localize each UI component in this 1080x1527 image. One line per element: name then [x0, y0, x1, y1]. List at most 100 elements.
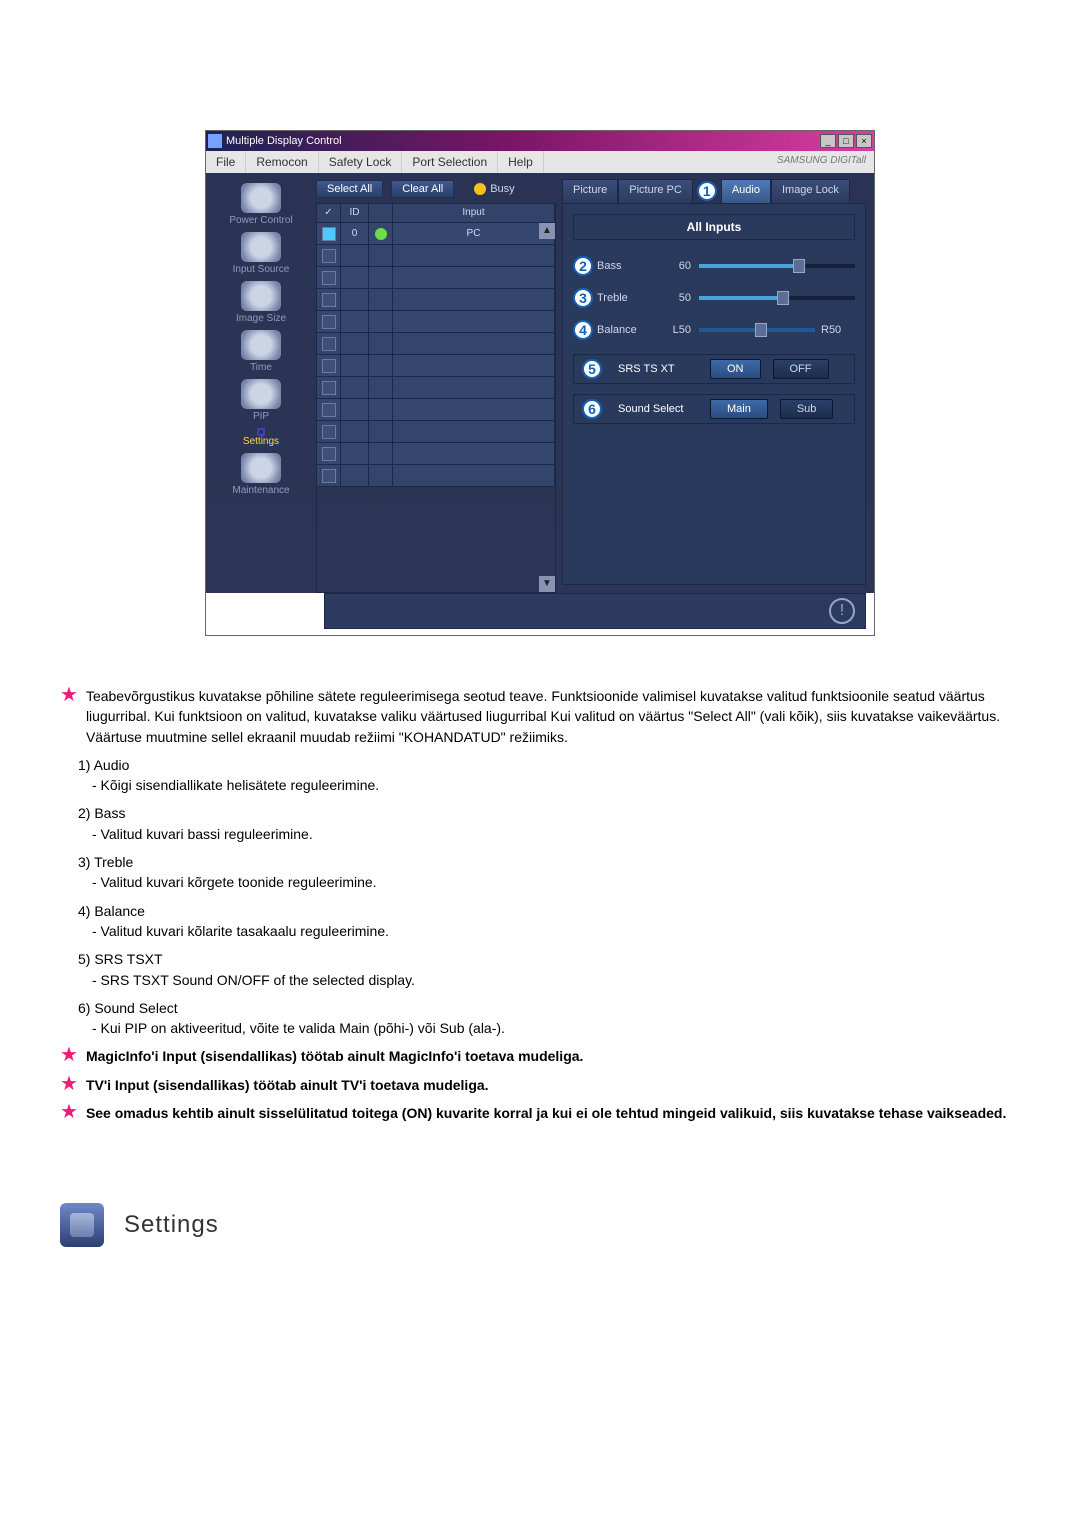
header-input: Input: [393, 204, 555, 222]
row-checkbox[interactable]: [322, 249, 336, 263]
row-checkbox[interactable]: [322, 381, 336, 395]
sidebar-item-time[interactable]: Time: [216, 330, 306, 373]
row-checkbox[interactable]: [322, 293, 336, 307]
scroll-up-button[interactable]: ▲: [539, 223, 555, 239]
sidebar-item-label: Time: [250, 362, 272, 373]
list-desc: - Kui PIP on aktiveeritud, võite te vali…: [92, 1018, 1020, 1038]
select-all-button[interactable]: Select All: [316, 180, 383, 198]
section-title: Settings: [124, 1208, 219, 1243]
balance-slider[interactable]: [699, 328, 815, 332]
row-checkbox[interactable]: [322, 315, 336, 329]
busy-dot-icon: [474, 183, 486, 195]
table-row[interactable]: [317, 311, 555, 333]
srs-on-button[interactable]: ON: [710, 359, 761, 379]
row-checkbox[interactable]: [322, 469, 336, 483]
time-icon: [241, 330, 281, 360]
list-desc: - Valitud kuvari bassi reguleerimine.: [92, 824, 1020, 844]
row-checkbox[interactable]: [322, 403, 336, 417]
table-row[interactable]: [317, 399, 555, 421]
brand-label: SAMSUNG DIGITall: [769, 151, 874, 173]
scroll-down-button[interactable]: ▼: [539, 576, 555, 592]
list-desc: - Kõigi sisendiallikate helisätete regul…: [92, 775, 1020, 795]
note-text: Teabevõrgustikus kuvatakse põhiline säte…: [86, 686, 1020, 747]
header-check: ✓: [317, 204, 341, 222]
maintenance-icon: [241, 453, 281, 483]
row-checkbox[interactable]: [322, 271, 336, 285]
list-item: 2) Bass: [78, 803, 1020, 823]
table-row[interactable]: [317, 377, 555, 399]
star-icon: ★: [60, 1103, 78, 1121]
panel-title: All Inputs: [573, 214, 855, 240]
tab-audio[interactable]: Audio: [721, 179, 771, 203]
row-checkbox[interactable]: [322, 447, 336, 461]
menu-remocon[interactable]: Remocon: [246, 151, 318, 173]
settings-panel: All Inputs 2 Bass 60 3 Treble 50 4: [562, 203, 866, 585]
bass-slider[interactable]: [699, 264, 855, 268]
input-icon: [241, 232, 281, 262]
srs-label: SRS TS XT: [618, 363, 698, 375]
row-checkbox[interactable]: [322, 227, 336, 241]
window-title: Multiple Display Control: [226, 135, 818, 147]
table-row[interactable]: 0 PC: [317, 223, 555, 245]
menu-file[interactable]: File: [206, 151, 246, 173]
tabs: Picture Picture PC 1 Audio Image Lock: [562, 179, 866, 203]
table-row[interactable]: [317, 245, 555, 267]
table-row[interactable]: [317, 333, 555, 355]
maximize-button[interactable]: □: [838, 134, 854, 148]
sound-main-button[interactable]: Main: [710, 399, 768, 419]
list-item: 3) Treble: [78, 852, 1020, 872]
callout-marker-6: 6: [582, 399, 602, 419]
sidebar-item-image-size[interactable]: Image Size: [216, 281, 306, 324]
menu-help[interactable]: Help: [498, 151, 544, 173]
sidebar-item-pip[interactable]: PIP: [216, 379, 306, 422]
settings-section-icon: [60, 1203, 104, 1247]
list-item: 1) Audio: [78, 755, 1020, 775]
treble-value: 50: [657, 292, 691, 304]
tab-picture[interactable]: Picture: [562, 179, 618, 203]
list-desc: - Valitud kuvari kõrgete toonide regulee…: [92, 872, 1020, 892]
bass-value: 60: [657, 260, 691, 272]
table-row[interactable]: [317, 289, 555, 311]
minimize-button[interactable]: _: [820, 134, 836, 148]
list-item: 4) Balance: [78, 901, 1020, 921]
clear-all-button[interactable]: Clear All: [391, 180, 454, 198]
sidebar-item-input-source[interactable]: Input Source: [216, 232, 306, 275]
table-row[interactable]: [317, 421, 555, 443]
callout-marker-3: 3: [573, 288, 593, 308]
table-row[interactable]: [317, 355, 555, 377]
app-icon: [208, 134, 222, 148]
close-button[interactable]: ×: [856, 134, 872, 148]
treble-slider[interactable]: [699, 296, 855, 300]
row-checkbox[interactable]: [322, 337, 336, 351]
tab-picture-pc[interactable]: Picture PC: [618, 179, 693, 203]
row-checkbox[interactable]: [322, 359, 336, 373]
treble-label: Treble: [597, 292, 657, 304]
grid-body: 0 PC ▲ ▼: [316, 223, 556, 593]
menubar: File Remocon Safety Lock Port Selection …: [206, 151, 874, 173]
section-heading: Settings: [60, 1203, 1020, 1247]
table-row[interactable]: [317, 465, 555, 487]
srs-off-button[interactable]: OFF: [773, 359, 829, 379]
note-paragraph: ★ Teabevõrgustikus kuvatakse põhiline sä…: [60, 686, 1020, 747]
menu-safety-lock[interactable]: Safety Lock: [319, 151, 403, 173]
titlebar[interactable]: Multiple Display Control _ □ ×: [206, 131, 874, 151]
callout-marker-2: 2: [573, 256, 593, 276]
row-checkbox[interactable]: [322, 425, 336, 439]
note-paragraph: ★MagicInfo'i Input (sisendallikas) tööta…: [60, 1046, 1020, 1066]
sound-sub-button[interactable]: Sub: [780, 399, 834, 419]
note-text: TV'i Input (sisendallikas) töötab ainult…: [86, 1075, 489, 1095]
table-row[interactable]: [317, 443, 555, 465]
sidebar-item-power-control[interactable]: Power Control: [216, 183, 306, 226]
sidebar-item-label: Maintenance: [232, 485, 289, 496]
tab-image-lock[interactable]: Image Lock: [771, 179, 850, 203]
star-icon: ★: [60, 686, 78, 704]
sidebar-item-maintenance[interactable]: Maintenance: [216, 453, 306, 496]
sidebar-item-settings[interactable]: Settings: [216, 428, 306, 447]
menu-port-selection[interactable]: Port Selection: [402, 151, 498, 173]
list-item: 6) Sound Select: [78, 998, 1020, 1018]
table-row[interactable]: [317, 267, 555, 289]
callout-marker-1: 1: [697, 181, 717, 201]
callout-marker-5: 5: [582, 359, 602, 379]
balance-right: R50: [821, 324, 855, 336]
sidebar-item-label: Input Source: [233, 264, 290, 275]
